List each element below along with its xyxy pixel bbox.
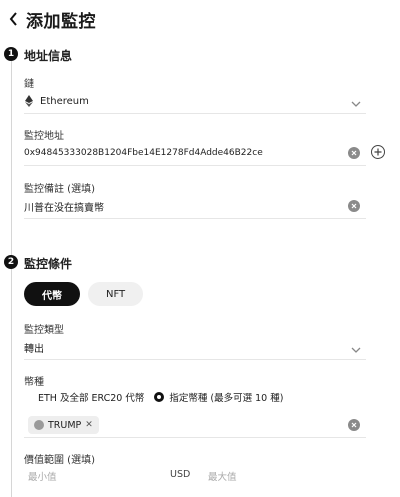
note-value: 川普在没在搞賣幣 — [24, 202, 104, 214]
ethereum-icon — [24, 95, 34, 107]
step-badge-1: 1 — [4, 47, 18, 61]
min-value-input[interactable]: 最小值 — [28, 469, 57, 483]
chain-select[interactable]: Ethereum — [24, 88, 366, 114]
radio-specific-checked[interactable] — [154, 392, 165, 402]
clear-icon[interactable] — [348, 419, 360, 431]
divider — [24, 165, 366, 166]
section-title-monitor-conditions: 監控條件 — [24, 257, 73, 271]
monitor-type-value: 轉出 — [24, 343, 44, 355]
step-badge-2: 2 — [4, 255, 18, 269]
address-input[interactable]: 0x94845333028B1204Fbe14E1278Fd4Adde46B22… — [24, 140, 366, 166]
range-label: 價值範圍 (選填) — [24, 455, 95, 466]
currency-label: 幣種 — [24, 377, 44, 388]
step-connector-1 — [11, 58, 12, 255]
remove-token-icon[interactable]: ✕ — [85, 420, 93, 430]
value-range: 最小值 USD 最大值 — [24, 466, 364, 484]
option-specific-tokens[interactable]: 指定幣種 (最多可選 10 種) — [169, 390, 283, 404]
currency-options: ETH 及全部 ERC20 代幣 指定幣種 (最多可選 10 種) — [38, 390, 283, 404]
divider — [24, 218, 366, 219]
tab-nft[interactable]: NFT — [88, 282, 144, 306]
divider — [24, 437, 366, 438]
section-title-address-info: 地址信息 — [24, 49, 73, 63]
step-connector-2 — [11, 268, 12, 497]
page-header: 添加監控 — [6, 6, 96, 32]
divider — [24, 359, 366, 360]
clear-icon[interactable] — [348, 200, 360, 212]
divider — [24, 113, 366, 114]
chevron-down-icon — [350, 95, 362, 107]
page-title: 添加監控 — [26, 11, 96, 32]
clear-icon[interactable] — [348, 147, 360, 159]
monitor-type-select[interactable]: 轉出 — [24, 334, 366, 360]
max-value-input[interactable]: 最大值 — [208, 469, 237, 483]
token-chip: TRUMP ✕ — [28, 416, 99, 434]
note-input[interactable]: 川普在没在搞賣幣 — [24, 193, 366, 219]
add-address-icon[interactable] — [371, 145, 385, 159]
back-arrow-icon[interactable] — [6, 9, 20, 29]
tab-token[interactable]: 代幣 — [24, 282, 80, 306]
address-value: 0x94845333028B1204Fbe14E1278Fd4Adde46B22… — [24, 148, 263, 158]
chain-value: Ethereum — [40, 95, 89, 107]
option-all-tokens[interactable]: ETH 及全部 ERC20 代幣 — [38, 390, 144, 404]
asset-type-tabs: 代幣 NFT — [24, 282, 144, 306]
range-unit: USD — [170, 469, 191, 480]
token-coin-icon — [34, 420, 44, 430]
chevron-down-icon — [350, 341, 362, 353]
token-chip-label: TRUMP — [48, 419, 82, 431]
